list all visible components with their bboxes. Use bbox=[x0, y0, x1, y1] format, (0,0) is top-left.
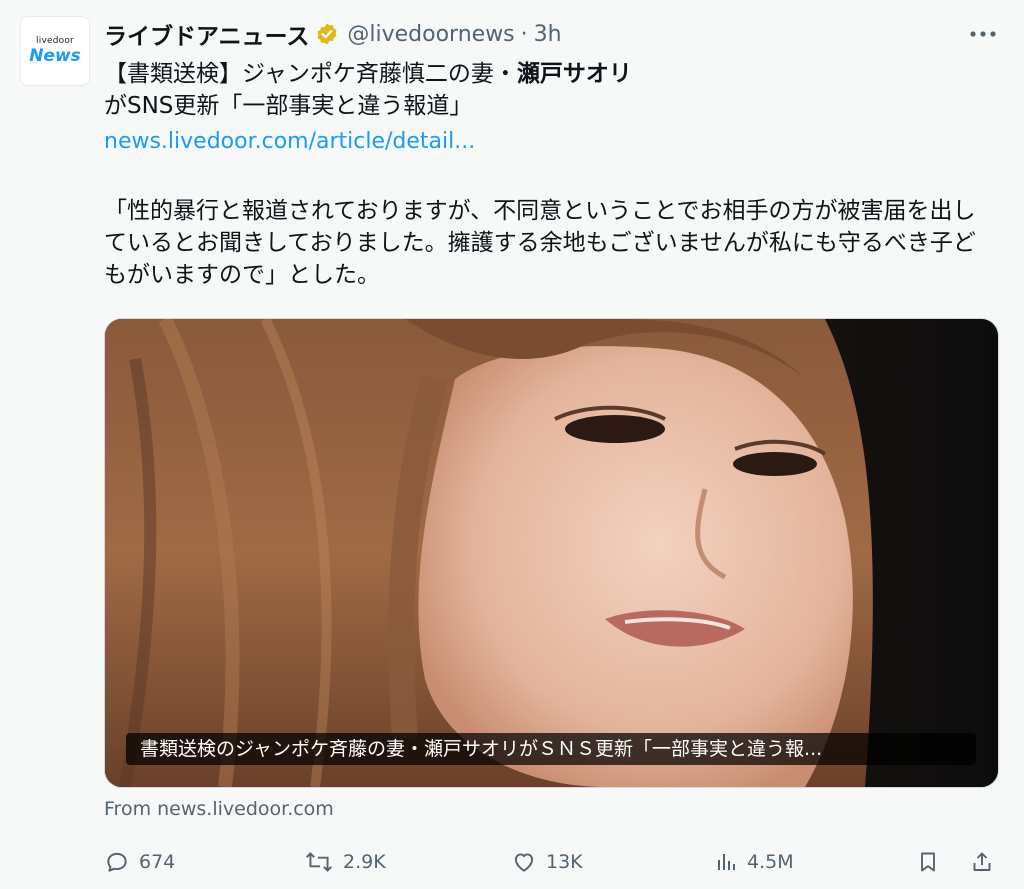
post-headline: 【書類送検】ジャンポケ斉藤慎二の妻・瀬戸サオリがSNS更新「一部事実と違う報道」 bbox=[104, 58, 994, 122]
reply-count: 674 bbox=[139, 851, 176, 873]
headline-bold: 瀬戸サオリ bbox=[516, 61, 632, 87]
headline-suffix: がSNS更新「一部事実と違う報道」 bbox=[104, 93, 473, 119]
bookmark-button[interactable] bbox=[916, 844, 940, 880]
timestamp[interactable]: 3h bbox=[534, 22, 562, 47]
bookmark-icon bbox=[916, 849, 940, 875]
heart-icon bbox=[511, 849, 537, 875]
tweet-header: ライブドアニュース @livedoornews · 3h bbox=[104, 17, 562, 51]
display-name[interactable]: ライブドアニュース bbox=[104, 17, 309, 51]
views-button[interactable]: 4.5M bbox=[714, 844, 794, 880]
reply-icon bbox=[104, 849, 130, 875]
headline-prefix: 【書類送検】ジャンポケ斉藤慎二の妻・ bbox=[104, 61, 517, 87]
separator-dot: · bbox=[520, 21, 528, 47]
repost-button[interactable]: 2.9K bbox=[304, 844, 386, 880]
repost-icon bbox=[304, 849, 334, 875]
repost-count: 2.9K bbox=[343, 851, 386, 873]
card-source[interactable]: From news.livedoor.com bbox=[104, 796, 334, 822]
views-count: 4.5M bbox=[747, 851, 794, 873]
post-quote: 「性的暴行と報道されておりますが、不同意ということでお相手の方が被害届を出してい… bbox=[104, 198, 976, 288]
share-button[interactable] bbox=[970, 844, 994, 880]
like-button[interactable]: 13K bbox=[511, 844, 583, 880]
reply-button[interactable]: 674 bbox=[104, 844, 175, 880]
avatar-small-text: livedoor bbox=[36, 36, 74, 46]
more-dots-icon[interactable] bbox=[966, 22, 1000, 46]
article-link[interactable]: news.livedoor.com/article/detail... bbox=[104, 127, 475, 157]
avatar-big-text: News bbox=[29, 46, 81, 66]
media-caption: 書類送検のジャンポケ斉藤の妻・瀬戸サオリがＳＮＳ更新「一部事実と違う報... bbox=[126, 733, 976, 765]
tweet[interactable]: livedoor News ライブドアニュース @livedoornews · … bbox=[0, 0, 1024, 889]
handle[interactable]: @livedoornews bbox=[347, 22, 514, 47]
avatar[interactable]: livedoor News bbox=[20, 16, 90, 86]
media-card-image[interactable] bbox=[104, 318, 999, 788]
views-chart-icon bbox=[714, 849, 738, 875]
verified-badge-icon[interactable] bbox=[315, 22, 339, 46]
action-bar: 674 2.9K 13K 4.5M bbox=[104, 844, 998, 880]
share-icon bbox=[970, 849, 994, 875]
like-count: 13K bbox=[546, 851, 583, 873]
